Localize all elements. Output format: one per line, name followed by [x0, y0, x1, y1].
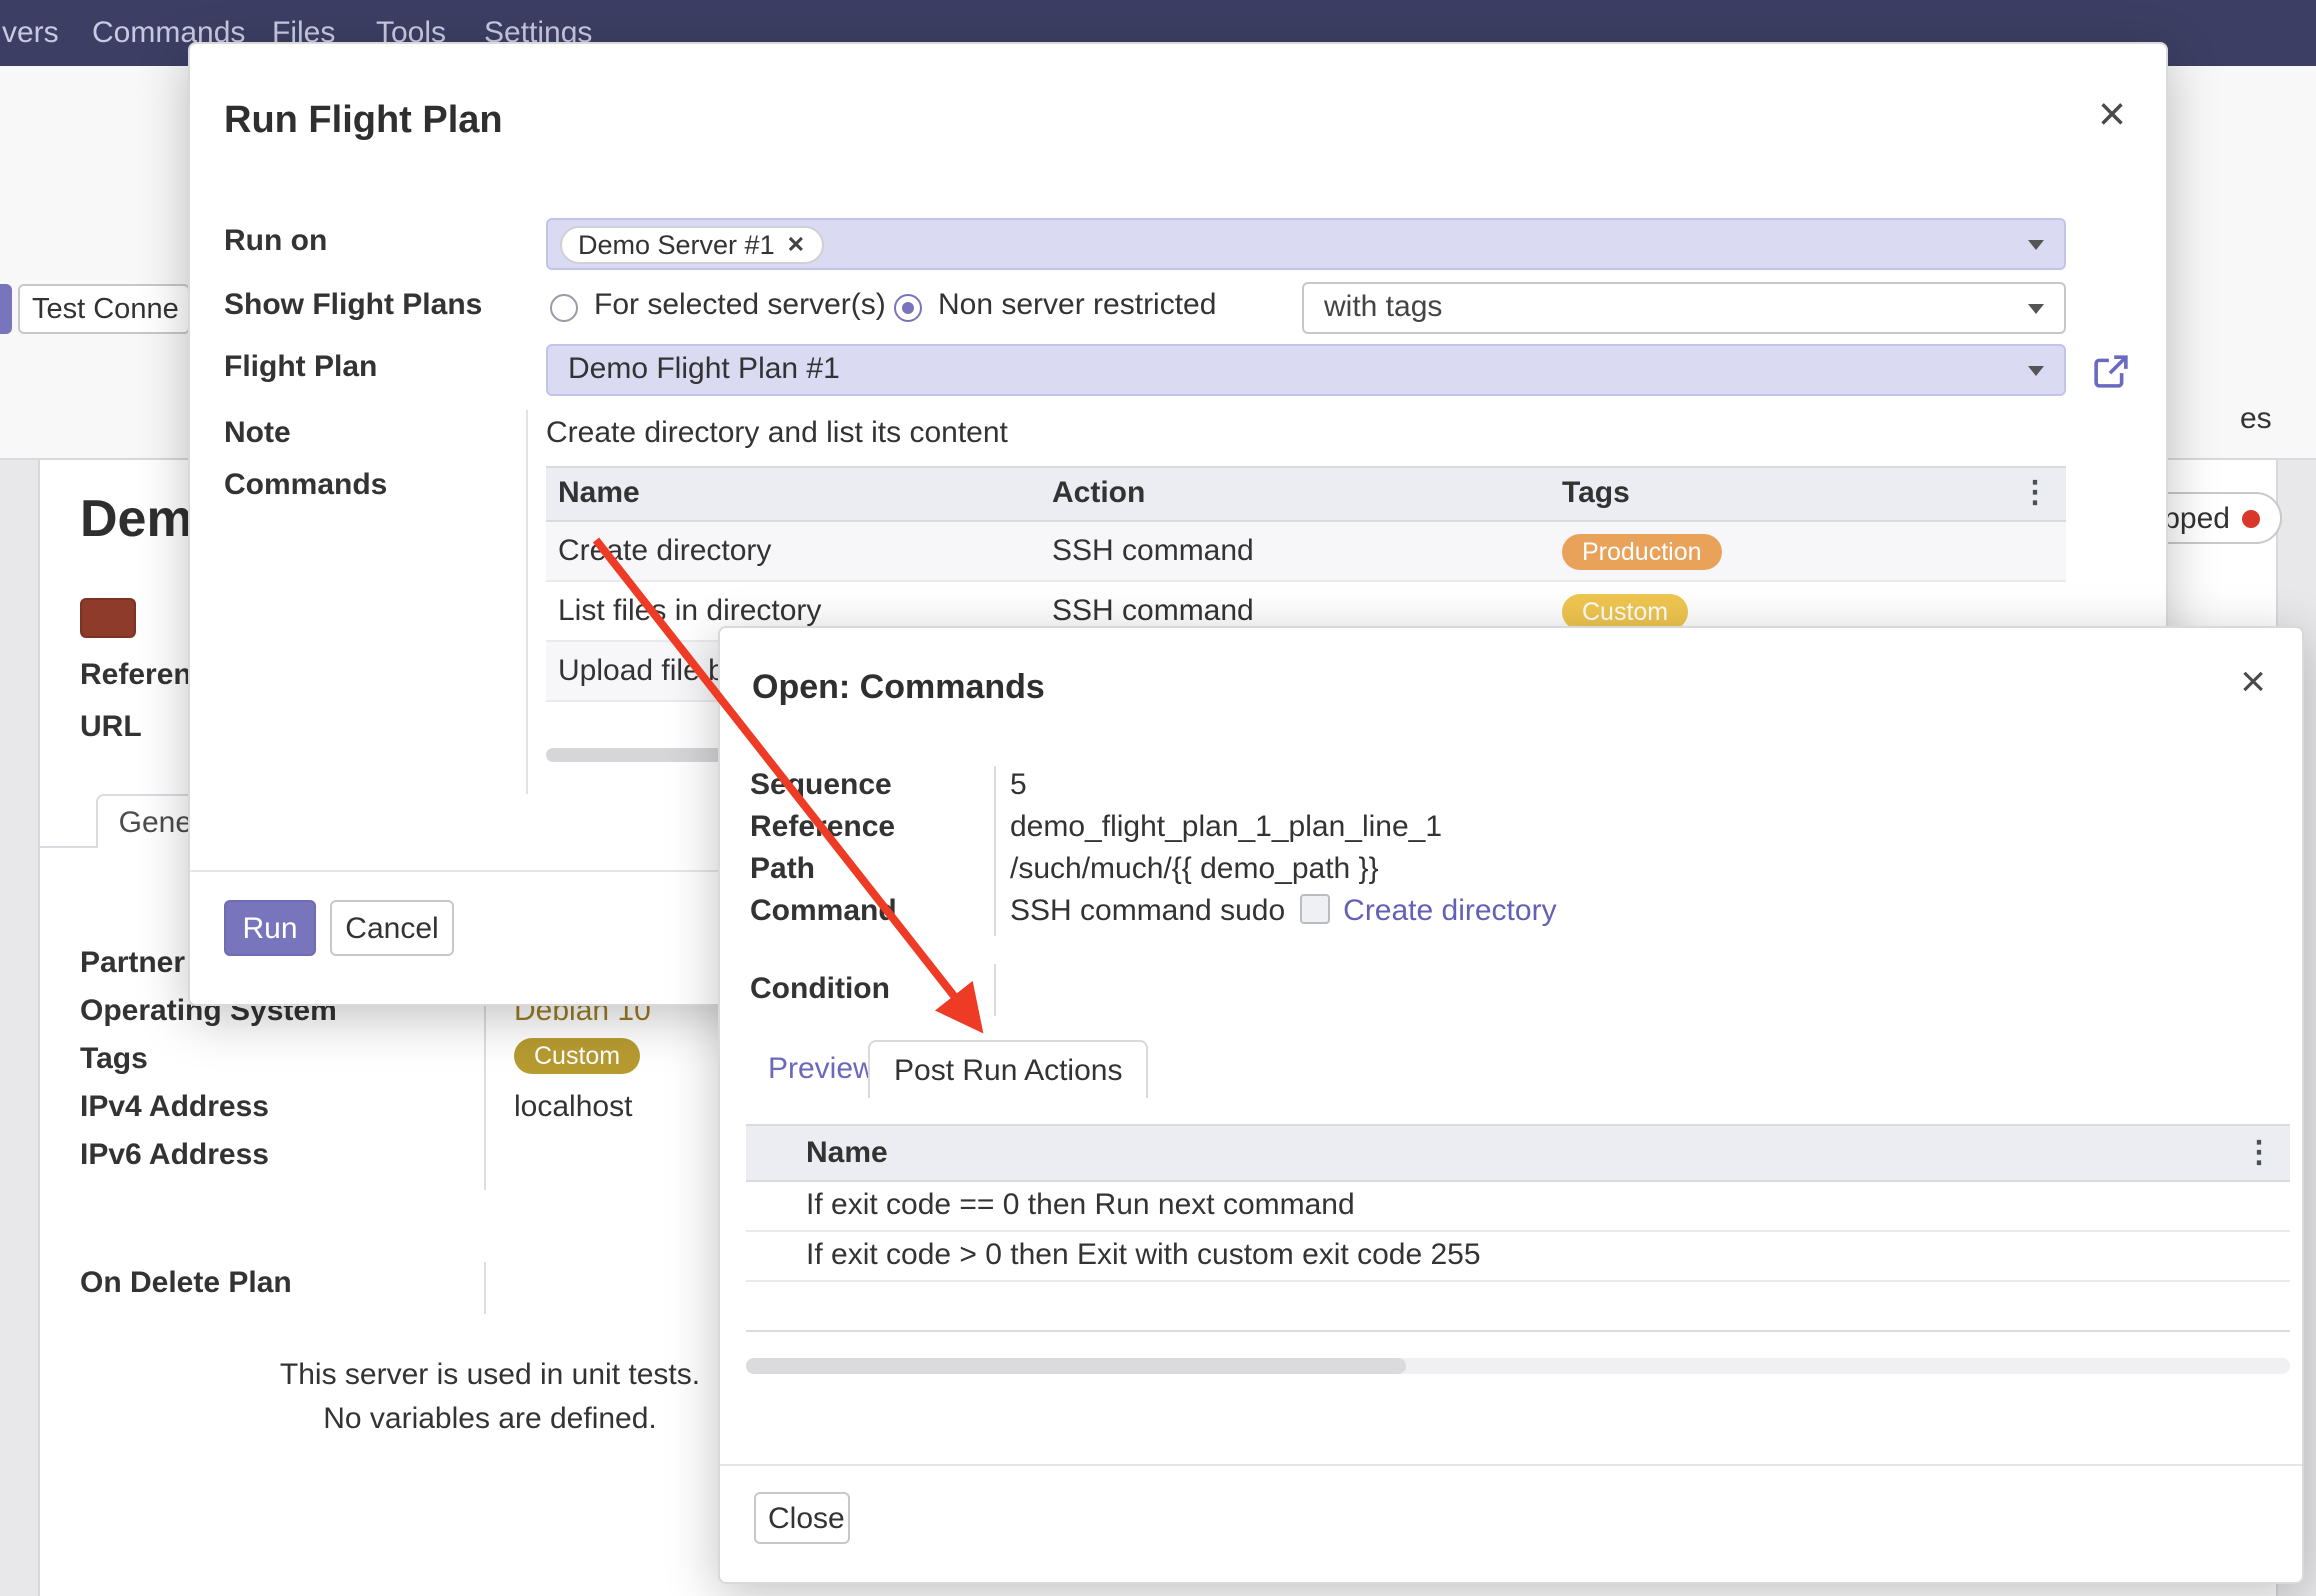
on-delete-plan-label: On Delete Plan — [80, 1266, 292, 1300]
label-value-divider-2 — [994, 964, 996, 1016]
reference-value: demo_flight_plan_1_plan_line_1 — [1010, 810, 1442, 844]
radio-selected-servers[interactable] — [550, 294, 578, 322]
radio-selected-servers-label[interactable]: For selected server(s) — [594, 288, 886, 322]
kebab-menu-icon[interactable]: ⋮ — [2244, 1126, 2274, 1180]
header-name[interactable]: Name — [546, 468, 1052, 520]
breadcrumb-partial: es — [2240, 402, 2272, 436]
ipv4-value: localhost — [514, 1090, 632, 1124]
header-name[interactable]: Name — [806, 1126, 2290, 1180]
cell-action: SSH command — [1052, 522, 1562, 580]
condition-label: Condition — [750, 972, 890, 1006]
primary-button-partial[interactable] — [0, 284, 12, 334]
tag-badge-custom: Custom — [1562, 594, 1688, 630]
empty-row — [746, 1282, 2290, 1332]
modal-title: Open: Commands — [752, 668, 1045, 708]
tab-post-run-actions[interactable]: Post Run Actions — [868, 1040, 1148, 1098]
reference-label: Reference — [750, 810, 895, 844]
flight-plan-label: Flight Plan — [224, 350, 377, 384]
partner-label: Partner — [80, 946, 185, 980]
server-notes: This server is used in unit tests. No va… — [180, 1354, 800, 1442]
screen: vers Commands Files Tools Settings Test … — [0, 0, 2316, 1596]
open-commands-modal: Open: Commands × Sequence 5 Reference de… — [718, 626, 2304, 1584]
command-value: SSH command sudo — [1010, 894, 1285, 928]
modal-title: Run Flight Plan — [224, 100, 503, 144]
command-label: Command — [750, 894, 897, 928]
footer-divider — [720, 1464, 2302, 1466]
group-divider — [526, 410, 528, 794]
tags-badge[interactable]: Custom — [514, 1038, 640, 1074]
note-line-2: No variables are defined. — [180, 1398, 800, 1442]
run-button[interactable]: Run — [224, 900, 316, 956]
post-run-actions-table: Name ⋮ If exit code == 0 then Run next c… — [746, 1124, 2290, 1332]
external-link-icon[interactable] — [2094, 354, 2128, 388]
color-swatch[interactable] — [80, 598, 136, 638]
flight-plan-select[interactable]: Demo Flight Plan #1 — [546, 344, 2066, 396]
radio-non-server-restricted[interactable] — [894, 294, 922, 322]
with-tags-select[interactable]: with tags — [1302, 282, 2066, 334]
status-stopped-icon — [2242, 509, 2260, 527]
close-icon[interactable]: × — [2240, 660, 2266, 704]
cell-name: Create directory — [546, 522, 1052, 580]
run-on-label: Run on — [224, 224, 327, 258]
run-on-field[interactable]: Demo Server #1 ✕ — [546, 218, 2066, 270]
ipv4-label: IPv4 Address — [80, 1090, 269, 1124]
sequence-label: Sequence — [750, 768, 892, 802]
table-header: Name ⋮ — [746, 1124, 2290, 1182]
label-column-divider-2 — [484, 1262, 486, 1314]
radio-non-server-restricted-label[interactable]: Non server restricted — [938, 288, 1216, 322]
cancel-button[interactable]: Cancel — [330, 900, 454, 956]
with-tags-value: with tags — [1324, 284, 1442, 332]
close-icon[interactable]: × — [2098, 92, 2126, 140]
note-line-1: This server is used in unit tests. — [180, 1354, 800, 1398]
cell-name: If exit code == 0 then Run next command — [806, 1182, 2290, 1230]
test-connection-button[interactable]: Test Conne — [18, 284, 190, 334]
cell-name: If exit code > 0 then Exit with custom e… — [806, 1232, 2290, 1280]
header-tags[interactable]: Tags — [1562, 468, 2066, 520]
command-value-row: SSH command sudo Create directory — [1010, 894, 1557, 928]
label-value-divider — [994, 766, 996, 936]
create-directory-link[interactable]: Create directory — [1343, 894, 1556, 928]
commands-table-header: Name Action Tags ⋮ — [546, 466, 2066, 522]
checkbox-unchecked[interactable] — [1299, 894, 1329, 924]
note-value: Create directory and list its content — [546, 416, 1008, 450]
table-row[interactable]: If exit code == 0 then Run next command — [746, 1182, 2290, 1232]
chevron-down-icon[interactable] — [2028, 366, 2044, 376]
nav-item-servers-partial[interactable]: vers — [2, 0, 59, 66]
cell-tags: Production — [1562, 522, 2066, 580]
tags-label: Tags — [80, 1042, 148, 1076]
selector-column — [746, 1126, 806, 1180]
remove-chip-icon[interactable]: ✕ — [787, 227, 805, 263]
chevron-down-icon[interactable] — [2028, 240, 2044, 250]
tab-preview[interactable]: Preview — [768, 1040, 875, 1098]
path-label: Path — [750, 852, 815, 886]
path-value: /such/much/{{ demo_path }} — [1010, 852, 1379, 886]
note-label: Note — [224, 416, 291, 450]
horizontal-scrollbar-track[interactable] — [746, 1358, 2290, 1374]
server-chip-label: Demo Server #1 — [578, 227, 775, 263]
flight-plan-value: Demo Flight Plan #1 — [568, 346, 840, 394]
status-text-partial: pped — [2163, 501, 2230, 535]
horizontal-scrollbar-thumb[interactable] — [746, 1358, 1406, 1374]
tag-badge-production: Production — [1562, 534, 1722, 570]
table-row[interactable]: Create directory SSH command Production — [546, 522, 2066, 582]
chevron-down-icon[interactable] — [2028, 304, 2044, 314]
server-chip[interactable]: Demo Server #1 ✕ — [560, 226, 823, 264]
commands-label: Commands — [224, 468, 387, 502]
sequence-value: 5 — [1010, 768, 1027, 802]
ipv6-label: IPv6 Address — [80, 1138, 269, 1172]
kebab-menu-icon[interactable]: ⋮ — [2020, 468, 2050, 520]
show-flight-plans-label: Show Flight Plans — [224, 288, 482, 322]
header-action[interactable]: Action — [1052, 468, 1562, 520]
url-label: URL — [80, 710, 142, 744]
close-button[interactable]: Close — [754, 1492, 850, 1544]
table-row[interactable]: If exit code > 0 then Exit with custom e… — [746, 1232, 2290, 1282]
